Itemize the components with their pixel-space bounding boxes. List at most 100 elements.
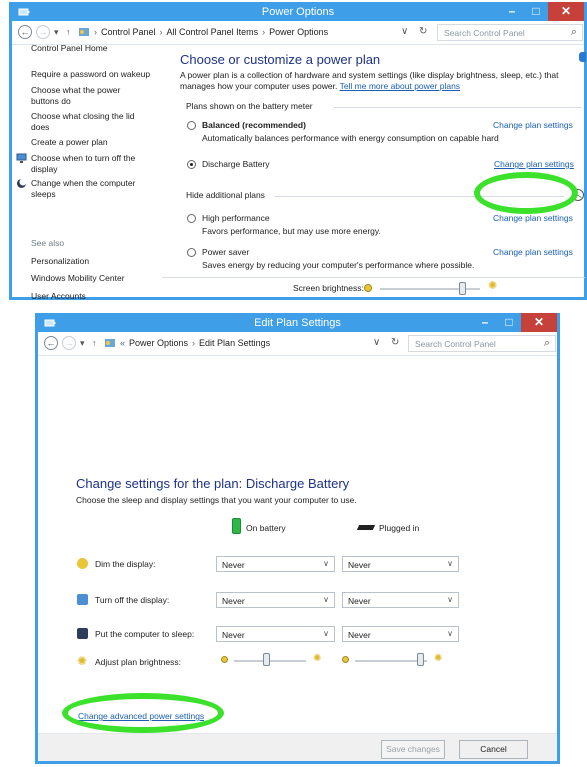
- dim-display-icon: [77, 558, 88, 569]
- refresh-icon[interactable]: ↻: [391, 337, 399, 348]
- plugged-brightness-dim-icon: [342, 656, 349, 663]
- battery-brightness-dim-icon: [221, 656, 228, 663]
- maximize-button[interactable]: □: [497, 313, 521, 332]
- brightness-label: Screen brightness:: [293, 283, 364, 293]
- cancel-button[interactable]: Cancel: [459, 740, 528, 759]
- select-value: Never: [222, 596, 245, 606]
- search-icon: ⌕: [570, 26, 577, 38]
- breadcrumb-item[interactable]: Edit Plan Settings: [199, 338, 270, 348]
- chevron-down-icon: ∨: [447, 559, 453, 568]
- plan-heading: Change settings for the plan: Discharge …: [76, 476, 350, 491]
- select-value: Never: [348, 630, 371, 640]
- chevron-down-icon: ∨: [323, 559, 329, 568]
- breadcrumb-item[interactable]: Power Options: [129, 338, 188, 348]
- window-title: Power Options: [261, 6, 335, 18]
- turn-off-display-label: Turn off the display:: [95, 595, 170, 605]
- breadcrumb: «Power Options › Edit Plan Settings: [120, 338, 270, 348]
- sidebar-item-password[interactable]: Require a password on wakeup: [31, 69, 171, 80]
- brightness-slider[interactable]: [459, 282, 466, 295]
- close-button[interactable]: ✕: [548, 2, 584, 21]
- address-dropdown-icon[interactable]: ∨: [401, 26, 408, 37]
- save-changes-button[interactable]: Save changes: [381, 740, 445, 759]
- maximize-button[interactable]: □: [524, 2, 548, 21]
- sleep-battery-select[interactable]: Never ∨: [216, 626, 335, 642]
- sleep-label: Put the computer to sleep:: [95, 629, 195, 639]
- column-on-battery: On battery: [246, 523, 286, 533]
- sidebar-item-power-buttons[interactable]: Choose what the power buttons do: [31, 85, 141, 107]
- radio-discharge-battery[interactable]: [187, 160, 196, 169]
- plans-section-divider: [334, 107, 582, 108]
- brightness-sun-icon: ✺: [77, 654, 88, 668]
- battery-icon: [232, 518, 241, 534]
- select-value: Never: [348, 560, 371, 570]
- forward-button[interactable]: →: [62, 336, 76, 350]
- page-description: A power plan is a collection of hardware…: [180, 70, 580, 92]
- radio-high-performance[interactable]: [187, 214, 196, 223]
- change-plan-power-saver-link[interactable]: Change plan settings: [493, 247, 573, 258]
- address-dropdown-icon[interactable]: ∨: [373, 337, 380, 348]
- search-input[interactable]: Search Control Panel ⌕: [437, 24, 583, 41]
- minimize-button[interactable]: –: [500, 2, 524, 21]
- moon-icon: [17, 178, 27, 188]
- change-plan-balanced-link[interactable]: Change plan settings: [493, 120, 573, 131]
- radio-power-saver-real[interactable]: [187, 248, 196, 257]
- chevron-down-icon: ∨: [323, 629, 329, 638]
- minimize-button[interactable]: –: [473, 313, 497, 332]
- sidebar-item-create-plan[interactable]: Create a power plan: [31, 137, 171, 148]
- sleep-plugged-select[interactable]: Never ∨: [342, 626, 459, 642]
- plan-name-balanced[interactable]: Balanced (recommended): [202, 120, 306, 131]
- title-bar: Power Options – □ ✕: [12, 2, 584, 21]
- change-plan-high-performance-link[interactable]: Change plan settings: [493, 213, 573, 224]
- dim-display-battery-select[interactable]: Never ∨: [216, 556, 335, 572]
- recent-locations-icon[interactable]: ▾: [80, 338, 85, 349]
- sidebar-home-link[interactable]: Control Panel Home: [31, 43, 171, 54]
- change-plan-discharge-link[interactable]: Change plan settings: [494, 159, 574, 170]
- breadcrumb-item[interactable]: Power Options: [269, 27, 328, 37]
- battery-brightness-slider[interactable]: [263, 653, 271, 666]
- select-value: Never: [222, 630, 245, 640]
- plan-desc-balanced: Automatically balances performance with …: [202, 133, 499, 143]
- title-bar: Edit Plan Settings – □ ✕: [38, 313, 557, 332]
- column-plugged-in: Plugged in: [379, 523, 420, 533]
- select-value: Never: [348, 596, 371, 606]
- see-also-heading: See also: [31, 238, 65, 248]
- turn-off-display-plugged-select[interactable]: Never ∨: [342, 592, 459, 608]
- search-placeholder: Search Control Panel: [444, 28, 525, 38]
- hidden-plans-label[interactable]: Hide additional plans: [186, 190, 265, 201]
- breadcrumb-overflow-icon[interactable]: «: [120, 338, 129, 348]
- dim-display-label: Dim the display:: [95, 559, 156, 569]
- refresh-icon[interactable]: ↻: [419, 26, 427, 37]
- brightness-dim-icon: [364, 284, 372, 292]
- see-also-mobility-center[interactable]: Windows Mobility Center: [31, 273, 171, 284]
- search-placeholder: Search Control Panel: [415, 339, 496, 349]
- plan-name-high-performance[interactable]: High performance: [202, 213, 270, 224]
- see-also-personalization[interactable]: Personalization: [31, 256, 171, 267]
- search-input[interactable]: Search Control Panel ⌕: [408, 335, 556, 352]
- chevron-down-icon: ∨: [447, 595, 453, 604]
- help-icon[interactable]: [579, 52, 586, 62]
- sidebar-item-turn-off-display[interactable]: Choose when to turn off the display: [31, 153, 151, 175]
- plugged-brightness-slider[interactable]: [416, 653, 424, 666]
- turn-off-display-battery-select[interactable]: Never ∨: [216, 592, 335, 608]
- plans-section-label: Plans shown on the battery meter: [186, 101, 313, 111]
- plan-name-discharge-battery[interactable]: Discharge Battery: [202, 159, 270, 170]
- breadcrumb-item[interactable]: All Control Panel Items: [167, 27, 259, 37]
- chevron-down-icon: ∨: [323, 595, 329, 604]
- sidebar-item-lid[interactable]: Choose what closing the lid does: [31, 111, 141, 133]
- learn-more-link[interactable]: Tell me more about power plans: [340, 81, 460, 91]
- power-options-window: Power Options – □ ✕ ← → ▾ ↑ › Control Pan…: [9, 2, 587, 301]
- back-button[interactable]: ←: [44, 336, 58, 350]
- power-options-icon: [105, 339, 115, 347]
- close-button[interactable]: ✕: [521, 313, 557, 332]
- address-bar: ← → ▾ ↑ «Power Options › Edit Plan Setting…: [38, 332, 557, 356]
- sidebar-item-sleep[interactable]: Change when the computer sleeps: [31, 178, 151, 200]
- select-value: Never: [222, 560, 245, 570]
- up-button[interactable]: ↑: [92, 338, 97, 348]
- breadcrumb-sep-icon: ›: [262, 27, 266, 37]
- plan-name-power-saver[interactable]: Power saver: [202, 247, 249, 258]
- brightness-divider: [162, 277, 585, 278]
- radio-balanced[interactable]: [187, 121, 196, 130]
- sidebar: Control Panel Home Require a password on…: [12, 29, 167, 301]
- see-also-user-accounts[interactable]: User Accounts: [31, 291, 171, 302]
- dim-display-plugged-select[interactable]: Never ∨: [342, 556, 459, 572]
